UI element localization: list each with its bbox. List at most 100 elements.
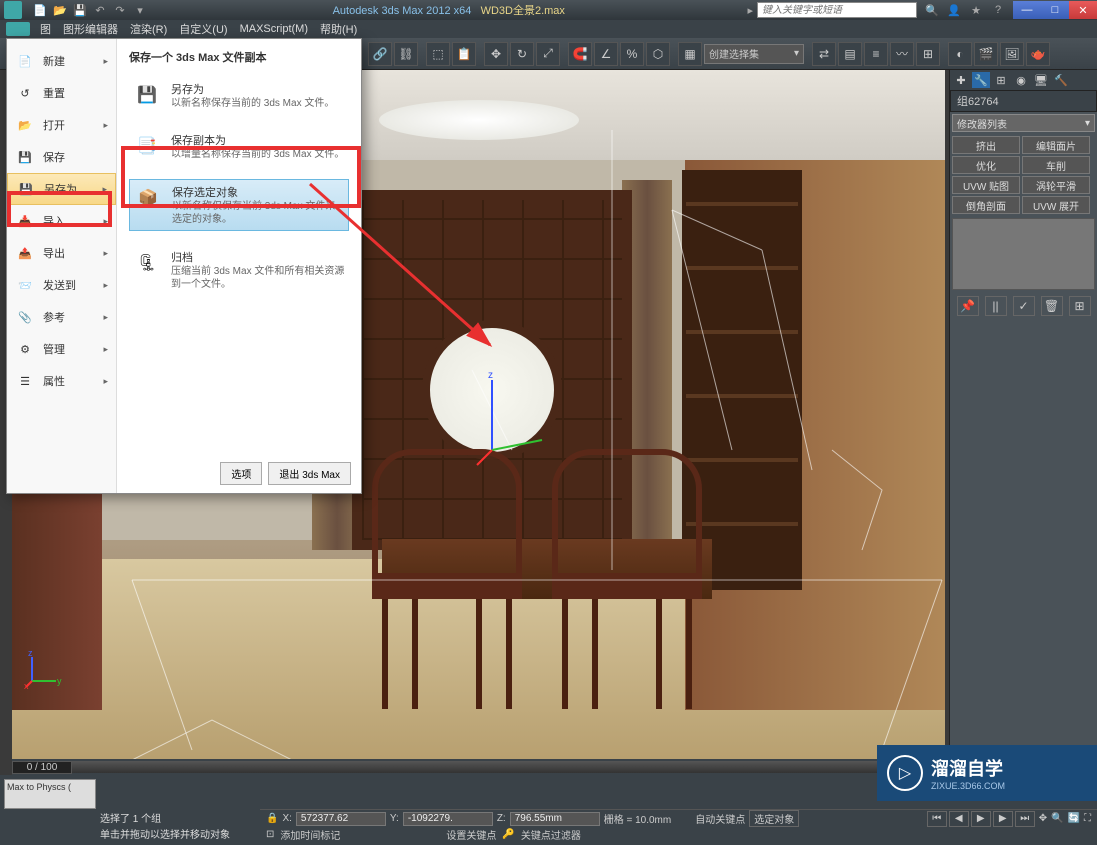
menu-item-saveas[interactable]: 💾 另存为 ▸ <box>7 173 116 205</box>
menu-item-export[interactable]: 📤 导出 ▸ <box>7 237 116 269</box>
mirror-icon[interactable]: ⇄ <box>812 42 836 66</box>
rotate-icon[interactable]: ↻ <box>510 42 534 66</box>
show-end-icon[interactable]: || <box>985 296 1007 316</box>
transform-gizmo[interactable]: z <box>472 370 552 470</box>
align-icon[interactable]: ▤ <box>838 42 862 66</box>
schematic-icon[interactable]: ⊞ <box>916 42 940 66</box>
submenu-saveas[interactable]: 💾 另存为 以新名称保存当前的 3ds Max 文件。 <box>129 77 349 114</box>
select-object-icon[interactable]: ⬚ <box>426 42 450 66</box>
menu-item-save[interactable]: 💾 保存 <box>7 141 116 173</box>
coord-y-input[interactable] <box>403 812 493 826</box>
coord-x-input[interactable] <box>296 812 386 826</box>
unlink-icon[interactable]: ⛓ <box>394 42 418 66</box>
viewport-orbit-icon[interactable]: 🔄 <box>1068 813 1080 824</box>
modifier-list-dropdown[interactable]: 修改器列表▾ <box>952 114 1095 132</box>
layers-icon[interactable]: ≡ <box>864 42 888 66</box>
display-tab-icon[interactable]: 🖥 <box>1032 72 1050 88</box>
maxscript-listener[interactable]: Max to Physcs ( <box>4 779 96 809</box>
menu-item-manage[interactable]: ⚙ 管理 ▸ <box>7 333 116 365</box>
motion-tab-icon[interactable]: ◉ <box>1012 72 1030 88</box>
utilities-tab-icon[interactable]: 🔨 <box>1052 72 1070 88</box>
menu-view[interactable]: 图 <box>40 21 51 37</box>
menu-item-properties[interactable]: ☰ 属性 ▸ <box>7 365 116 397</box>
close-button[interactable]: ✕ <box>1069 1 1097 19</box>
search-input[interactable] <box>757 2 917 18</box>
viewport-zoom-icon[interactable]: 🔍 <box>1051 813 1063 824</box>
lock-icon[interactable]: 🔒 <box>266 813 278 824</box>
submenu-saveselected[interactable]: 📦 保存选定对象 以新名称仅保存当前 3ds Max 文件来选定的对象。 <box>129 179 349 231</box>
dropdown-icon[interactable]: ▾ <box>132 2 148 18</box>
open-icon[interactable]: 📂 <box>52 2 68 18</box>
btn-turbosmooth[interactable]: 涡轮平滑 <box>1022 176 1090 194</box>
pin-stack-icon[interactable]: 📌 <box>957 296 979 316</box>
binoculars-icon[interactable]: 🔍 <box>923 2 941 18</box>
help-icon[interactable]: ? <box>989 2 1007 18</box>
isolate-icon[interactable]: ⊡ <box>266 829 274 840</box>
object-name-field[interactable]: 组62764 <box>950 90 1097 112</box>
new-icon[interactable]: 📄 <box>32 2 48 18</box>
save-icon[interactable]: 💾 <box>72 2 88 18</box>
submenu-archive[interactable]: 🗜 归档 压缩当前 3ds Max 文件和所有相关资源到一个文件。 <box>129 245 349 295</box>
timeline[interactable]: 0 / 100 <box>12 759 945 775</box>
btn-optimize[interactable]: 优化 <box>952 156 1020 174</box>
selection-set-dropdown[interactable]: 创建选择集▾ <box>704 44 804 64</box>
scale-icon[interactable]: ⤢ <box>536 42 560 66</box>
submenu-savecopy[interactable]: 📑 保存副本为 以增量名称保存当前的 3ds Max 文件。 <box>129 128 349 165</box>
btn-bevelprofile[interactable]: 倒角剖面 <box>952 196 1020 214</box>
timeline-track[interactable] <box>72 761 945 773</box>
btn-extrude[interactable]: 挤出 <box>952 136 1020 154</box>
angle-snap-icon[interactable]: ∠ <box>594 42 618 66</box>
create-tab-icon[interactable]: ✚ <box>952 72 970 88</box>
menu-item-new[interactable]: 📄 新建 ▸ <box>7 45 116 77</box>
named-sel-icon[interactable]: ▦ <box>678 42 702 66</box>
snap-toggle-icon[interactable]: 🧲 <box>568 42 592 66</box>
material-editor-icon[interactable]: ◐ <box>948 42 972 66</box>
viewport-nav-icon[interactable]: ✥ <box>1039 813 1047 824</box>
menu-maxscript[interactable]: MAXScript(M) <box>240 23 308 35</box>
frame-indicator[interactable]: 0 / 100 <box>12 761 72 774</box>
key-mode-icon[interactable]: 🔑 <box>502 829 514 840</box>
move-icon[interactable]: ✥ <box>484 42 508 66</box>
menu-customize[interactable]: 自定义(U) <box>179 21 227 37</box>
menu-item-reference[interactable]: 📎 参考 ▸ <box>7 301 116 333</box>
render-frame-icon[interactable]: 🖼 <box>1000 42 1024 66</box>
maximize-button[interactable]: □ <box>1041 1 1069 19</box>
minimize-button[interactable]: — <box>1013 1 1041 19</box>
viewport-max-icon[interactable]: ⛶ <box>1084 813 1091 824</box>
redo-icon[interactable]: ↷ <box>112 2 128 18</box>
coord-z-input[interactable] <box>510 812 600 826</box>
addtime-label[interactable]: 添加时间标记 <box>280 827 340 842</box>
render-icon[interactable]: 🫖 <box>1026 42 1050 66</box>
undo-icon[interactable]: ↶ <box>92 2 108 18</box>
spinner-snap-icon[interactable]: ⬡ <box>646 42 670 66</box>
btn-lathe[interactable]: 车削 <box>1022 156 1090 174</box>
favorites-icon[interactable]: ★ <box>967 2 985 18</box>
menu-help[interactable]: 帮助(H) <box>320 21 357 37</box>
select-name-icon[interactable]: 📋 <box>452 42 476 66</box>
render-setup-icon[interactable]: 🎬 <box>974 42 998 66</box>
btn-uvwunwrap[interactable]: UVW 展开 <box>1022 196 1090 214</box>
btn-uvwmap[interactable]: UVW 贴图 <box>952 176 1020 194</box>
hierarchy-tab-icon[interactable]: ⊞ <box>992 72 1010 88</box>
app-button[interactable] <box>6 22 30 36</box>
app-logo-icon[interactable] <box>4 1 22 19</box>
signin-icon[interactable]: 👤 <box>945 2 963 18</box>
options-button[interactable]: 选项 <box>220 462 262 485</box>
menu-rendering[interactable]: 渲染(R) <box>130 21 167 37</box>
menu-item-open[interactable]: 📂 打开 ▸ <box>7 109 116 141</box>
select-link-icon[interactable]: 🔗 <box>368 42 392 66</box>
configure-icon[interactable]: ⊞ <box>1069 296 1091 316</box>
make-unique-icon[interactable]: ✓ <box>1013 296 1035 316</box>
menu-item-reset[interactable]: ↺ 重置 <box>7 77 116 109</box>
menu-graph-editors[interactable]: 图形编辑器 <box>63 21 118 37</box>
setkey-button[interactable]: 设置关键点 <box>446 827 496 842</box>
exit-button[interactable]: 退出 3ds Max <box>268 462 351 485</box>
remove-mod-icon[interactable]: 🗑 <box>1041 296 1063 316</box>
percent-snap-icon[interactable]: % <box>620 42 644 66</box>
autokey-toggle[interactable]: 自动关键点 <box>695 811 745 826</box>
keyfilter-button[interactable]: 关键点过滤器 <box>521 827 581 842</box>
curve-editor-icon[interactable]: 〰 <box>890 42 914 66</box>
modifier-stack[interactable] <box>952 218 1095 290</box>
btn-editpatch[interactable]: 编辑面片 <box>1022 136 1090 154</box>
modify-tab-icon[interactable]: 🔧 <box>972 72 990 88</box>
